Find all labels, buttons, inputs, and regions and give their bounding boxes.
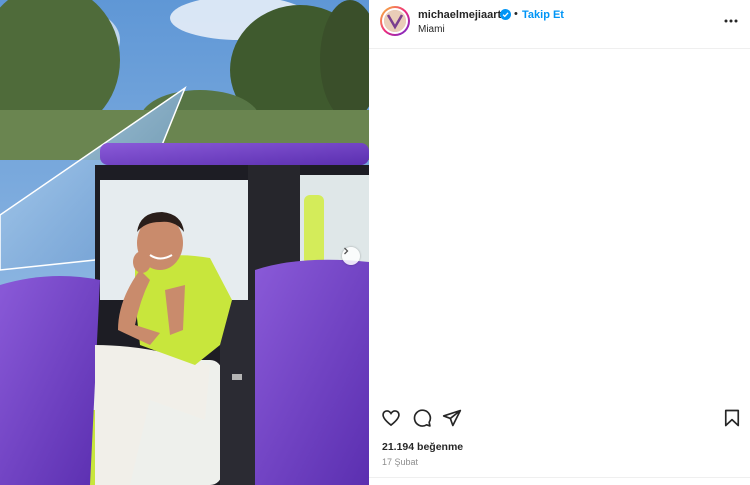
- avatar-image: [384, 10, 406, 32]
- action-bar: [369, 403, 750, 433]
- location-link[interactable]: Miami: [418, 24, 445, 35]
- separator-dot: •: [514, 8, 518, 20]
- post-sidebar: michaelmejiaart • Takip Et Miami 21.194 …: [369, 0, 750, 485]
- avatar-monogram-icon: [384, 10, 406, 32]
- post-photo-illustration: [0, 0, 369, 485]
- carousel-next-button[interactable]: [342, 247, 360, 265]
- avatar[interactable]: [380, 6, 410, 36]
- comment-icon[interactable]: [412, 408, 432, 428]
- share-icon[interactable]: [442, 408, 462, 428]
- more-options-icon: [724, 19, 738, 23]
- follow-button[interactable]: Takip Et: [522, 9, 564, 21]
- more-options-button[interactable]: [722, 12, 740, 30]
- post-image[interactable]: [0, 0, 369, 485]
- username-link[interactable]: michaelmejiaart: [418, 9, 501, 21]
- post-header: michaelmejiaart • Takip Et Miami: [369, 0, 750, 49]
- verified-badge-icon: [500, 9, 511, 20]
- divider: [369, 477, 750, 478]
- post-date[interactable]: 17 Şubat: [382, 457, 418, 467]
- chevron-right-icon: [344, 247, 349, 255]
- like-count[interactable]: 21.194 beğenme: [382, 441, 463, 453]
- bookmark-icon[interactable]: [722, 408, 742, 428]
- heart-icon[interactable]: [381, 408, 401, 428]
